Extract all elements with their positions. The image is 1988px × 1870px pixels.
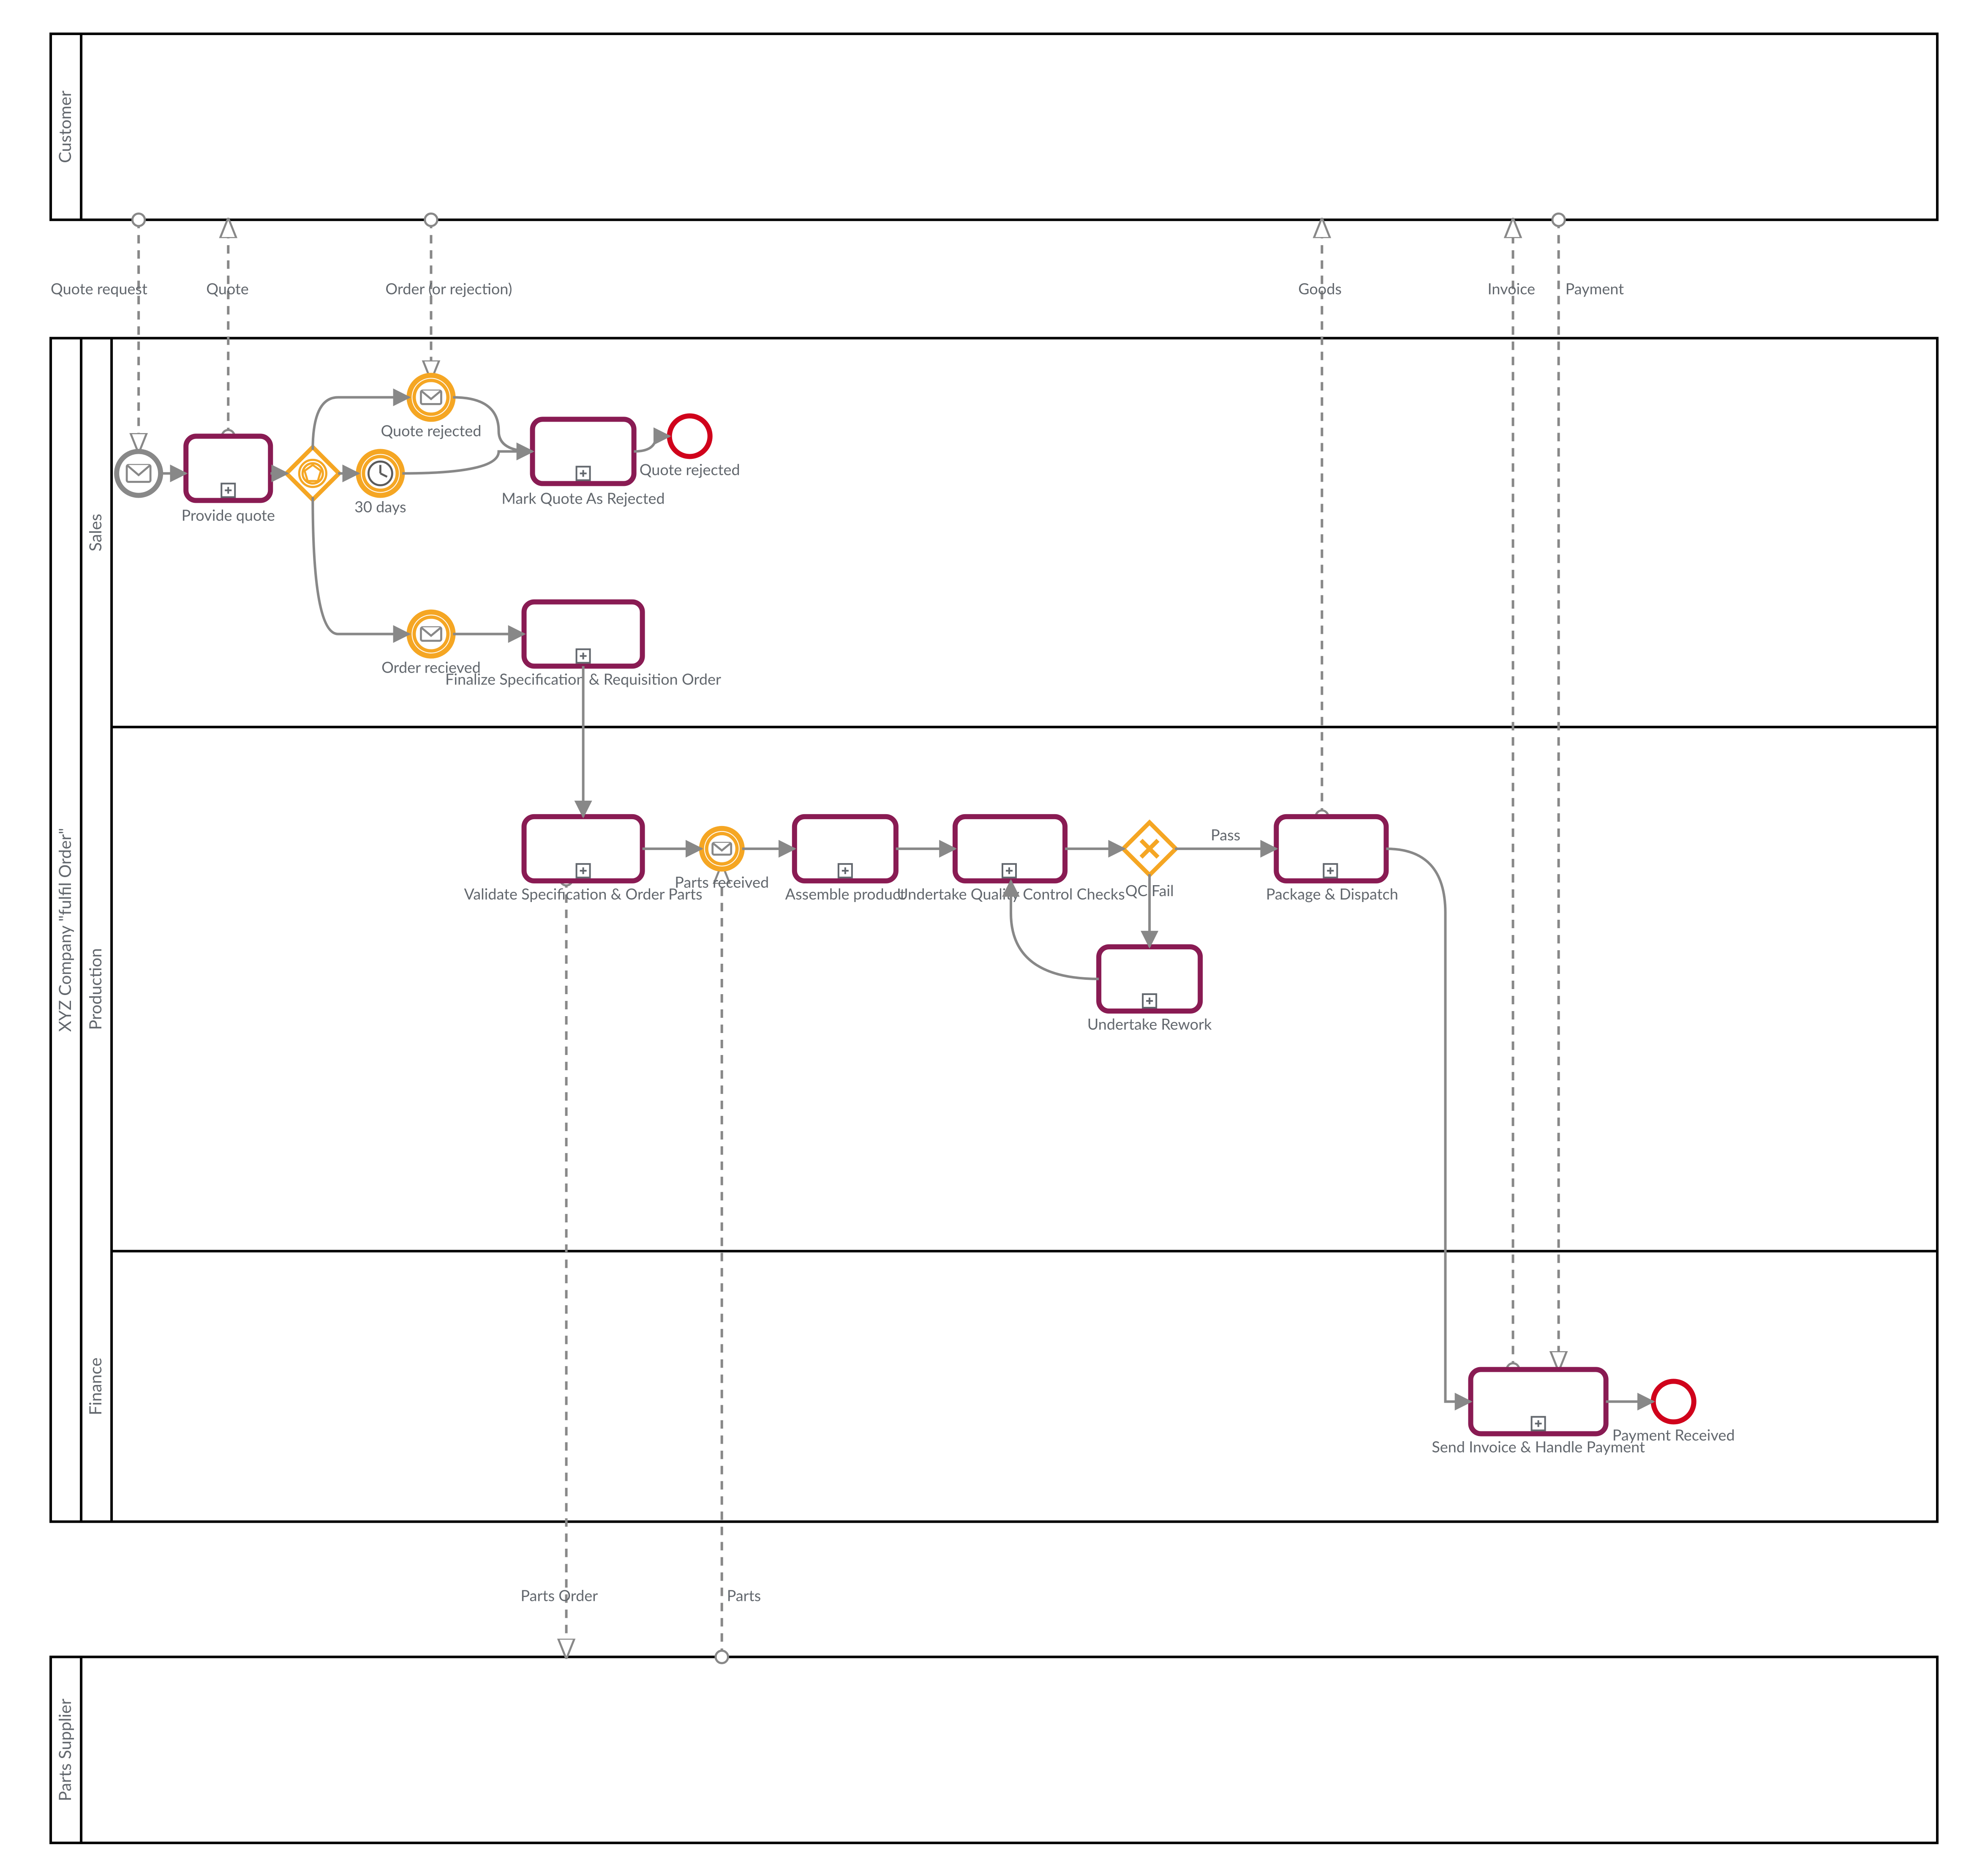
evt-30days-label: 30 days (354, 497, 406, 516)
task-assemble[interactable]: Assemble product (785, 817, 905, 903)
task-validate-label: Validate Specification & Order Parts (464, 884, 703, 903)
msg-parts: Parts (727, 1586, 761, 1605)
task-rework[interactable]: Undertake Rework (1087, 947, 1212, 1033)
evt-quote-rejected-label: Quote rejected (381, 421, 481, 439)
msg-goods: Goods (1298, 279, 1342, 297)
pool-customer-title: Customer (54, 90, 75, 163)
gateway-event[interactable] (286, 447, 339, 500)
pool-customer: Customer (51, 34, 1937, 220)
pool-supplier-title: Parts Supplier (54, 1698, 75, 1801)
task-provide-quote[interactable]: Provide quote (182, 436, 275, 524)
bpmn-diagram: Customer XYZ Company "fulfil Order" Sale… (0, 0, 1988, 1870)
message-flows-bottom: Parts Order Parts (521, 866, 761, 1657)
msg-parts-order: Parts Order (521, 1586, 598, 1605)
msg-order-or-rej: Order (or rejection) (385, 279, 512, 297)
task-provide-quote-label: Provide quote (182, 506, 275, 524)
evt-30days[interactable]: 30 days (354, 451, 406, 515)
msg-invoice: Invoice (1487, 279, 1535, 297)
message-flows-top: Quote request Quote Order (or rejection)… (51, 220, 1624, 1369)
task-dispatch[interactable]: Package & Dispatch (1266, 817, 1398, 903)
evt-quote-rejected[interactable]: Quote rejected (381, 375, 481, 439)
task-assemble-label: Assemble product (785, 884, 905, 903)
msg-quote-request: Quote request (51, 279, 147, 297)
task-mark-rejected-label: Mark Quote As Rejected (501, 489, 664, 507)
lane-production-title: Production (85, 948, 105, 1030)
end-quote-rejected-label: Quote rejected (640, 460, 740, 478)
lane-finance-title: Finance (85, 1358, 105, 1415)
gateway-pass-label: Pass (1211, 825, 1240, 844)
pool-supplier: Parts Supplier (51, 1657, 1937, 1843)
task-dispatch-label: Package & Dispatch (1266, 884, 1398, 903)
start-event[interactable] (117, 451, 161, 495)
evt-order-received[interactable]: Order recieved (381, 612, 481, 676)
msg-payment: Payment (1566, 279, 1624, 297)
task-validate-order[interactable]: Validate Specification & Order Parts (464, 817, 703, 903)
msg-quote: Quote (206, 279, 249, 297)
lane-sales-title: Sales (85, 514, 105, 551)
pool-company-title: XYZ Company "fulfil Order" (54, 828, 75, 1032)
end-payment-label: Payment Received (1612, 1425, 1735, 1444)
end-payment[interactable]: Payment Received (1612, 1381, 1735, 1444)
pool-company: XYZ Company "fulfil Order" Sales Product… (51, 338, 1937, 1521)
end-quote-rejected[interactable]: Quote rejected (640, 416, 740, 478)
evt-parts-received[interactable]: Parts received (675, 829, 769, 891)
evt-parts-received-label: Parts received (675, 872, 769, 891)
task-rework-label: Undertake Rework (1087, 1014, 1212, 1033)
